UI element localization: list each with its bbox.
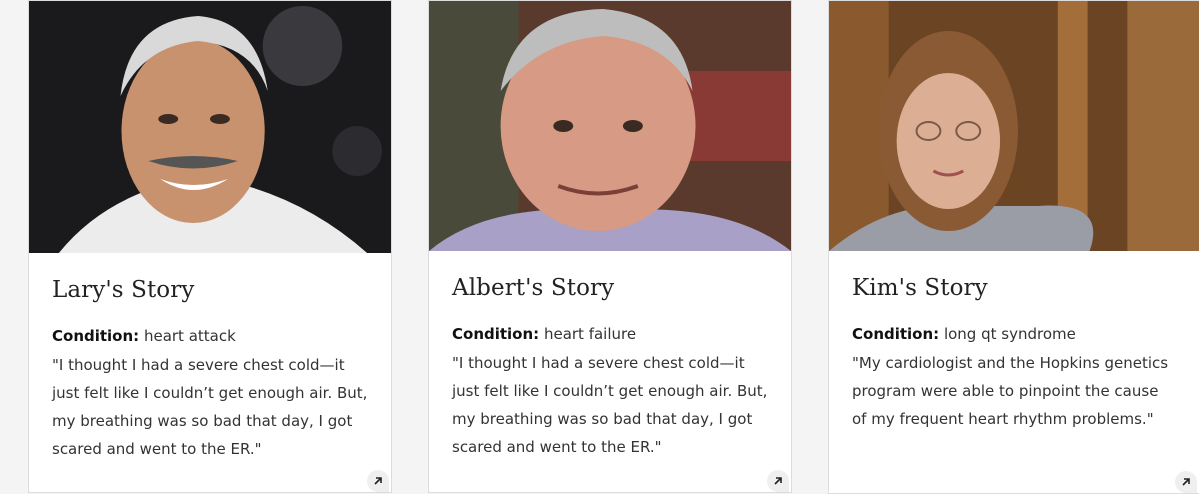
condition-label: Condition: — [852, 325, 940, 343]
story-quote: "My cardiologist and the Hopkins genetic… — [852, 354, 1169, 428]
story-quote: "I thought I had a severe chest cold—it … — [452, 354, 768, 456]
condition-line: Condition: long qt syndrome — [852, 325, 1076, 343]
story-title[interactable]: Kim's Story — [852, 275, 988, 301]
condition-value: heart attack — [143, 327, 236, 345]
arrow-up-right-icon[interactable] — [767, 470, 789, 492]
arrow-up-right-icon[interactable] — [1175, 471, 1197, 493]
story-card-lary[interactable]: Lary's Story Condition: heart attack "I … — [28, 0, 392, 493]
story-card-albert[interactable]: Albert's Story Condition: heart failure … — [428, 0, 792, 493]
story-title[interactable]: Lary's Story — [52, 277, 194, 303]
portrait-photo — [829, 1, 1199, 251]
story-card-kim[interactable]: Kim's Story Condition: long qt syndrome … — [828, 0, 1199, 494]
arrow-up-right-icon[interactable] — [367, 470, 389, 492]
story-title[interactable]: Albert's Story — [452, 275, 614, 301]
condition-line: Condition: heart failure — [452, 325, 636, 343]
story-quote: "I thought I had a severe chest cold—it … — [52, 356, 368, 458]
condition-label: Condition: — [52, 327, 140, 345]
condition-line: Condition: heart attack — [52, 327, 236, 345]
condition-value: heart failure — [543, 325, 637, 343]
condition-label: Condition: — [452, 325, 540, 343]
portrait-photo — [29, 1, 391, 253]
portrait-photo — [429, 1, 791, 251]
condition-value: long qt syndrome — [943, 325, 1076, 343]
